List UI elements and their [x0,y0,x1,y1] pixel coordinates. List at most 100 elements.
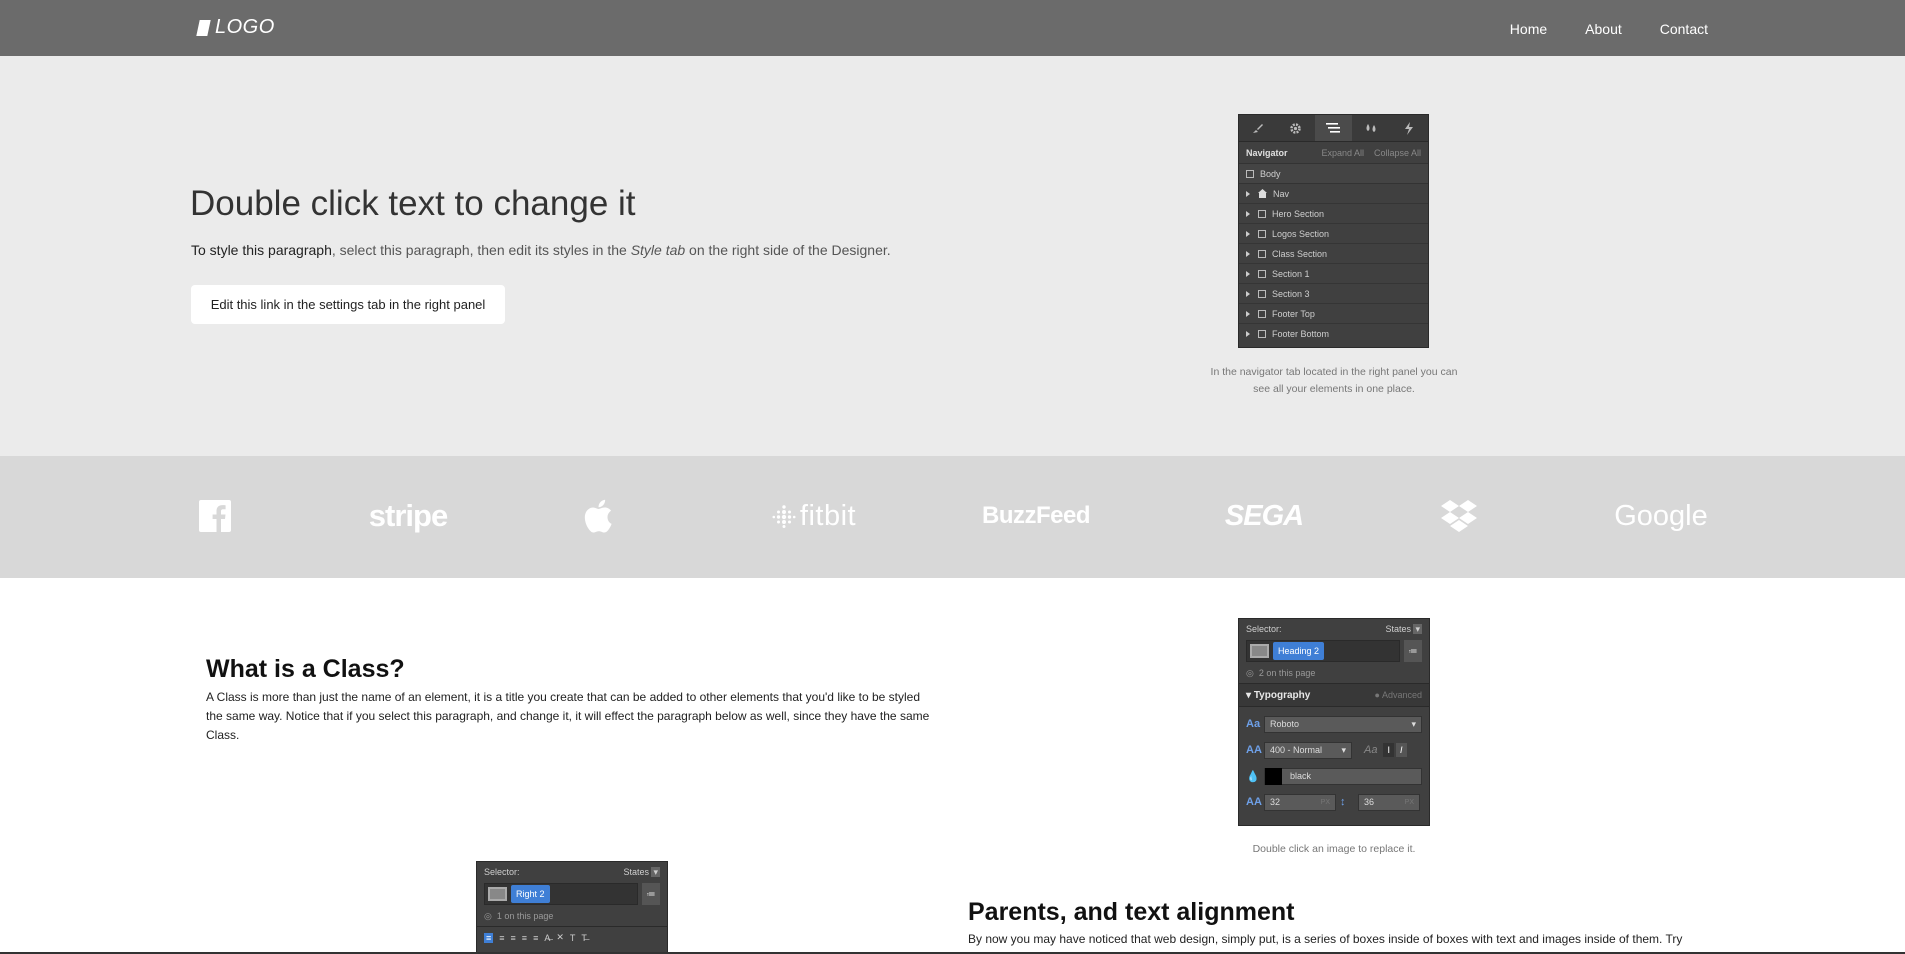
clear-icon: ✕ [556,932,564,942]
navigator-row: Footer Top [1239,304,1428,324]
fitbit-logo-icon: fitbit [750,494,878,538]
font-style-icon: Aa [1364,744,1378,756]
uppercase-icon: T [569,932,576,943]
navigator-body-label: Body [1260,168,1281,179]
navigator-row: Section 1 [1239,264,1428,284]
color-field: black [1264,767,1422,785]
typography-panel-image[interactable]: Selector: States ▾ Heading 2 ≔ ◎ 2 on th… [1238,618,1430,826]
brush-icon [1239,115,1277,141]
color-drop-icon: 💧 [1246,770,1260,783]
logo-mark-icon [196,19,211,36]
font-family-icon: Aa [1246,718,1261,730]
box-icon [1258,289,1266,298]
typography-header: ▾ Typography ● Advanced [1239,683,1429,707]
align-left-icon: ≡ [484,932,494,943]
logo[interactable]: LOGO [196,16,275,39]
states-text: States [1385,623,1411,634]
font-size-field: 32 PX [1264,793,1336,811]
box-icon [1258,330,1266,338]
font-size-icon: AA [1246,796,1262,808]
align-justify-icon: ≡ [521,932,528,943]
navigator-item-label: Footer Bottom [1272,329,1330,339]
font-size-value: 32 [1270,797,1281,807]
font-family-select: Roboto ▾ [1264,715,1422,733]
strikethrough-icon: A̶ [544,932,551,943]
navigator-panel-image[interactable]: Navigator Expand All Collapse All Body N… [1238,114,1429,348]
lightning-icon [1390,115,1428,141]
class-section-title[interactable]: What is a Class? [206,655,405,684]
caret-right-icon [1246,310,1250,317]
nav-link-home[interactable]: Home [1472,19,1547,39]
navigator-item-label: Section 3 [1272,288,1310,299]
class-section-paragraph[interactable]: A Class is more than just the name of an… [206,688,936,745]
selector-header: Selector: States ▾ [477,862,667,882]
line-height-field: 36 PX [1358,793,1420,811]
selector-input: Heading 2 [1246,640,1400,662]
nav-links: Home About Contact [1472,19,1708,39]
monitor-icon [488,887,507,901]
states-label: States ▾ [1385,623,1422,635]
expand-all-link: Expand All [1321,147,1364,158]
navigator-item-label: Logos Section [1272,228,1330,239]
typography-label: Typography [1253,689,1311,701]
text-transform-icon: T̶ [581,932,587,943]
font-size-unit: PX [1320,798,1330,806]
hero-link-button[interactable]: Edit this link in the settings tab in th… [191,285,505,324]
box-icon [1258,249,1266,258]
navigator-row: Logos Section [1239,224,1428,244]
hero-paragraph-bold: To style this paragraph [191,242,332,258]
color-row: 💧 black [1239,763,1429,789]
facebook-logo-icon [198,494,232,538]
chevron-down-icon: ▾ [1413,623,1422,634]
navigator-icon [1314,115,1353,141]
weight-row: AA 400 - Normal ▾ Aa I I [1239,737,1429,763]
navigator-caption[interactable]: In the navigator tab located in the righ… [1206,364,1462,398]
nav-link-about[interactable]: About [1547,19,1622,39]
box-icon [1258,309,1266,318]
color-name: black [1290,771,1312,781]
nav-link-contact[interactable]: Contact [1622,19,1708,39]
selector-header: Selector: States ▾ [1239,619,1429,639]
advanced-label: Advanced [1381,690,1422,700]
hero-paragraph[interactable]: To style this paragraph, select this par… [191,242,891,258]
navigator-item-label: Hero Section [1272,208,1325,219]
apple-logo-icon [582,494,614,538]
selector-input: Right 2 [484,883,638,905]
parents-section-title[interactable]: Parents, and text alignment [968,898,1294,927]
navigator-item-label: Section 1 [1272,268,1310,279]
hero-paragraph-mid: , select this paragraph, then edit its s… [331,242,631,258]
parents-section-paragraph[interactable]: By now you may have noticed that web des… [968,930,1688,949]
navigator-item-label: Class Section [1272,248,1328,259]
class-chip: Right 2 [511,885,550,903]
caret-right-icon [1246,250,1250,257]
alignment-panel-image[interactable]: Selector: States ▾ Right 2 ≔ ◎ 1 on this… [476,861,668,954]
font-weight-value: 400 - Normal [1270,745,1323,755]
navigator-item-label: Nav [1273,188,1290,199]
italic-off-icon: I [1383,743,1394,757]
list-icon: ≔ [642,883,660,905]
navigator-row: Nav [1239,184,1428,204]
image-caption[interactable]: Double click an image to replace it. [1206,843,1462,855]
hero-paragraph-end: on the right side of the Designer. [685,242,891,258]
drops-icon [1352,115,1390,141]
line-height-unit: PX [1404,798,1414,806]
dropbox-logo-icon [1440,494,1478,538]
selector-field: Heading 2 ≔ [1239,639,1429,663]
usage-row: ◎ 2 on this page [1239,663,1429,683]
home-icon [1258,189,1267,198]
navigator-header: Navigator Expand All Collapse All [1239,142,1428,164]
gear-icon [1277,115,1315,141]
hero-paragraph-italic: Style tab [630,242,686,258]
chevron-down-icon: ▾ [1341,744,1346,755]
line-height-icon: ↕ [1340,796,1346,808]
caret-right-icon [1246,331,1250,337]
navigator-row: Hero Section [1239,204,1428,224]
box-icon [1258,209,1266,218]
caret-right-icon [1246,270,1250,277]
caret-right-icon [1246,210,1250,217]
font-row: Aa Roboto ▾ [1239,711,1429,737]
size-row: AA 32 PX ↕ 36 PX [1239,789,1429,815]
hero-title[interactable]: Double click text to change it [190,184,636,224]
align-right-icon: ≡ [510,932,516,943]
selector-label: Selector: [1246,624,1282,634]
